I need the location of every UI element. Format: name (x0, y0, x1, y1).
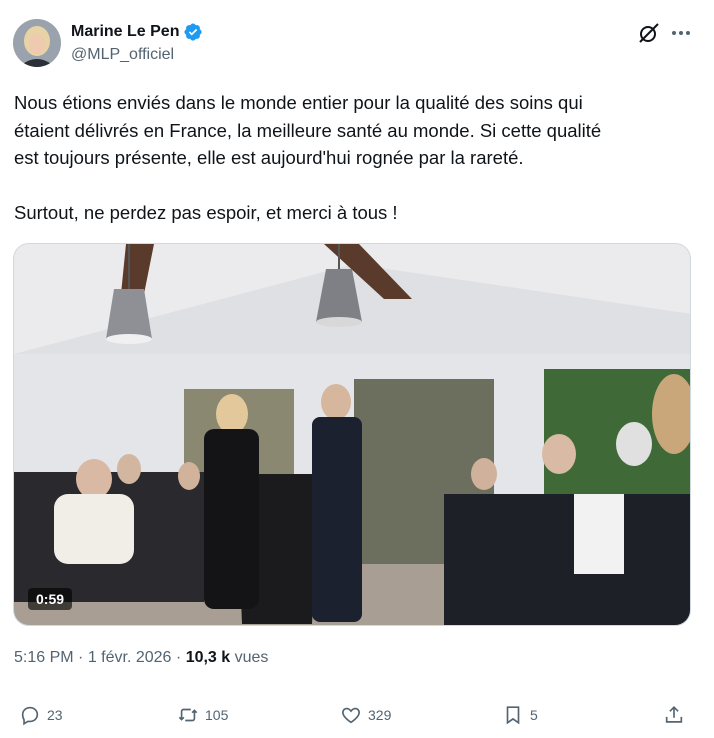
meta-separator: · (78, 649, 84, 666)
repost-count: 105 (205, 707, 229, 723)
tweet-date[interactable]: 1 févr. 2026 (88, 649, 172, 666)
author-handle[interactable]: @MLP_officiel (71, 46, 174, 64)
more-icon[interactable] (668, 21, 694, 45)
repost-icon (178, 708, 198, 722)
meta-separator: · (175, 649, 182, 666)
reply-button[interactable]: 23 (19, 704, 63, 726)
tweet-line: Surtout, ne perdez pas espoir, et merci … (14, 202, 398, 223)
tweet-line: Nous étions enviés dans le monde entier … (14, 92, 583, 113)
like-button[interactable]: 329 (340, 704, 391, 726)
tweet-time[interactable]: 5:16 PM (14, 649, 74, 666)
avatar[interactable] (13, 19, 61, 67)
grok-icon[interactable] (637, 21, 661, 45)
share-button[interactable] (663, 704, 685, 726)
verified-badge-icon (184, 23, 203, 41)
like-count: 329 (368, 707, 392, 723)
video-player[interactable]: 0:59 (13, 243, 691, 626)
bookmark-count: 5 (530, 707, 538, 723)
repost-button[interactable]: 105 (177, 704, 228, 726)
reply-icon (21, 706, 39, 726)
tweet-text: Nous étions enviés dans le monde entier … (14, 89, 694, 227)
like-icon (342, 707, 360, 724)
video-duration: 0:59 (28, 588, 73, 610)
action-bar: 23 105 329 5 (0, 704, 714, 738)
views-count: 10,3 k (185, 649, 231, 666)
tweet-meta: 5:16 PM · 1 févr. 2026 · 10,3 k vues (14, 649, 268, 667)
bookmark-icon (506, 706, 520, 725)
tweet-line: étaient délivrés en France, la meilleure… (14, 119, 602, 141)
author-display-name[interactable]: Marine Le Pen (71, 23, 179, 41)
video-thumbnail (14, 244, 690, 625)
bookmark-button[interactable]: 5 (502, 704, 538, 726)
views-label: vues (234, 649, 269, 666)
share-icon (665, 706, 683, 723)
tweet-line: est toujours présente, elle est aujourd'… (14, 147, 524, 168)
reply-count: 23 (47, 707, 63, 723)
